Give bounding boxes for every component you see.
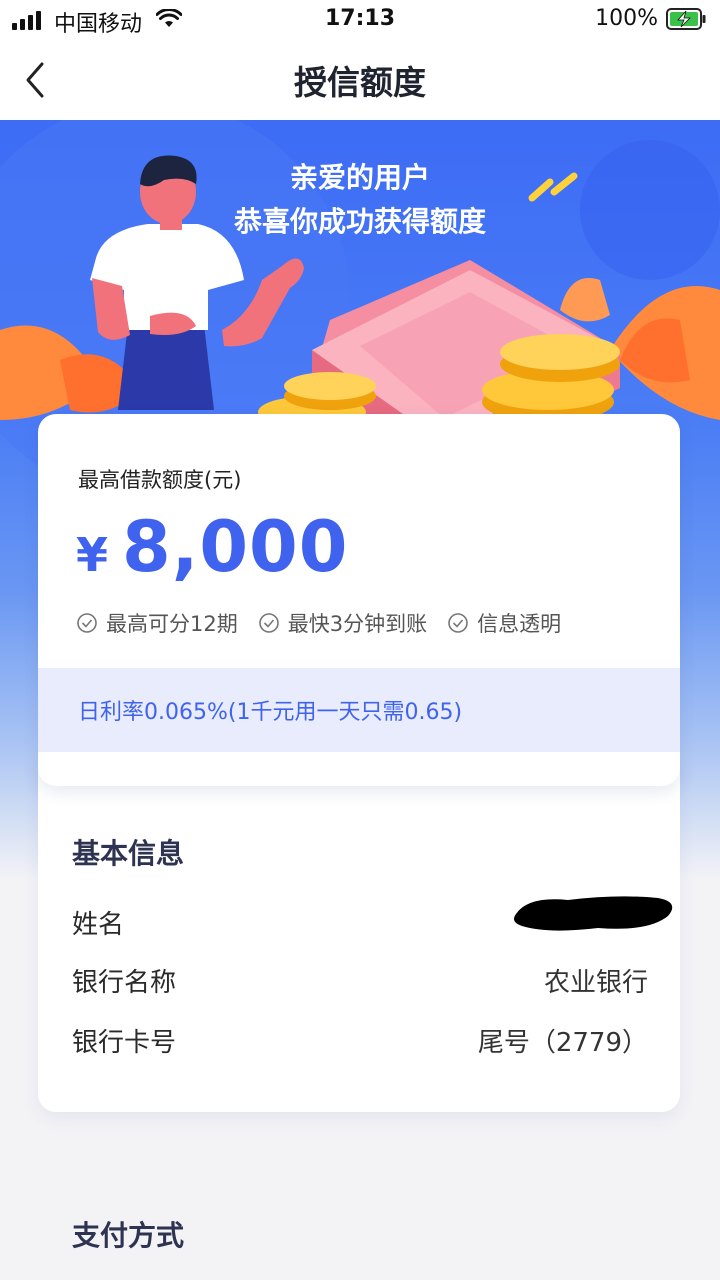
info-label-name: 姓名 bbox=[72, 910, 125, 940]
limit-amount: 8,000 bbox=[122, 506, 349, 588]
info-row-card-number: 银行卡号 尾号（2779） bbox=[72, 1022, 648, 1059]
battery-charging-icon bbox=[666, 8, 706, 30]
feature-item: 最高可分12期 bbox=[76, 608, 238, 638]
info-row-bank: 银行名称 农业银行 bbox=[72, 962, 648, 999]
status-bar: 中国移动 17:13 100% bbox=[0, 0, 720, 40]
check-circle-icon bbox=[77, 613, 97, 633]
info-label-bank: 银行名称 bbox=[72, 968, 177, 998]
page-title: 授信额度 bbox=[294, 63, 426, 102]
check-circle-icon bbox=[448, 613, 468, 633]
feature-label: 信息透明 bbox=[477, 612, 562, 636]
basic-info-title: 基本信息 bbox=[72, 837, 185, 870]
feature-item: 最快3分钟到账 bbox=[258, 608, 427, 638]
redaction-mark bbox=[514, 896, 673, 931]
check-circle-icon bbox=[258, 613, 279, 633]
feature-label: 最高可分12期 bbox=[106, 612, 238, 636]
hero-line-2: 恭喜你成功获得额度 bbox=[233, 205, 486, 238]
info-label-card-number: 银行卡号 bbox=[72, 1028, 177, 1058]
credit-limit-card: 最高借款额度(元) ¥ 8,000 最高可分12期 最快3分钟到账 信息透明 日… bbox=[38, 414, 680, 786]
navigation-bar: 授信额度 bbox=[0, 40, 720, 120]
limit-value: ¥ 8,000 bbox=[76, 506, 348, 588]
limit-label: 最高借款额度(元) bbox=[78, 468, 242, 492]
info-value-card-number: 尾号（2779） bbox=[477, 1028, 648, 1058]
interest-rate-text: 日利率0.065%(1千元用一天只需0.65) bbox=[78, 700, 463, 725]
info-row-name: 姓名 bbox=[72, 896, 673, 941]
payment-method-title: 支付方式 bbox=[72, 1219, 185, 1252]
interest-rate-bar: 日利率0.065%(1千元用一天只需0.65) bbox=[38, 668, 680, 752]
battery-percentage: 100% bbox=[595, 6, 658, 31]
feature-list: 最高可分12期 最快3分钟到账 信息透明 bbox=[76, 608, 561, 638]
basic-info-card: 基本信息 姓名 银行名称 农业银行 银行卡号 尾号（2779） bbox=[38, 760, 680, 1112]
hero-line-1: 亲爱的用户 bbox=[289, 161, 430, 194]
feature-label: 最快3分钟到账 bbox=[287, 612, 428, 636]
info-value-bank: 农业银行 bbox=[543, 968, 648, 998]
currency-symbol: ¥ bbox=[76, 528, 109, 582]
feature-item: 信息透明 bbox=[447, 608, 561, 638]
hero-greeting: 亲爱的用户 恭喜你成功获得额度 bbox=[190, 156, 530, 244]
